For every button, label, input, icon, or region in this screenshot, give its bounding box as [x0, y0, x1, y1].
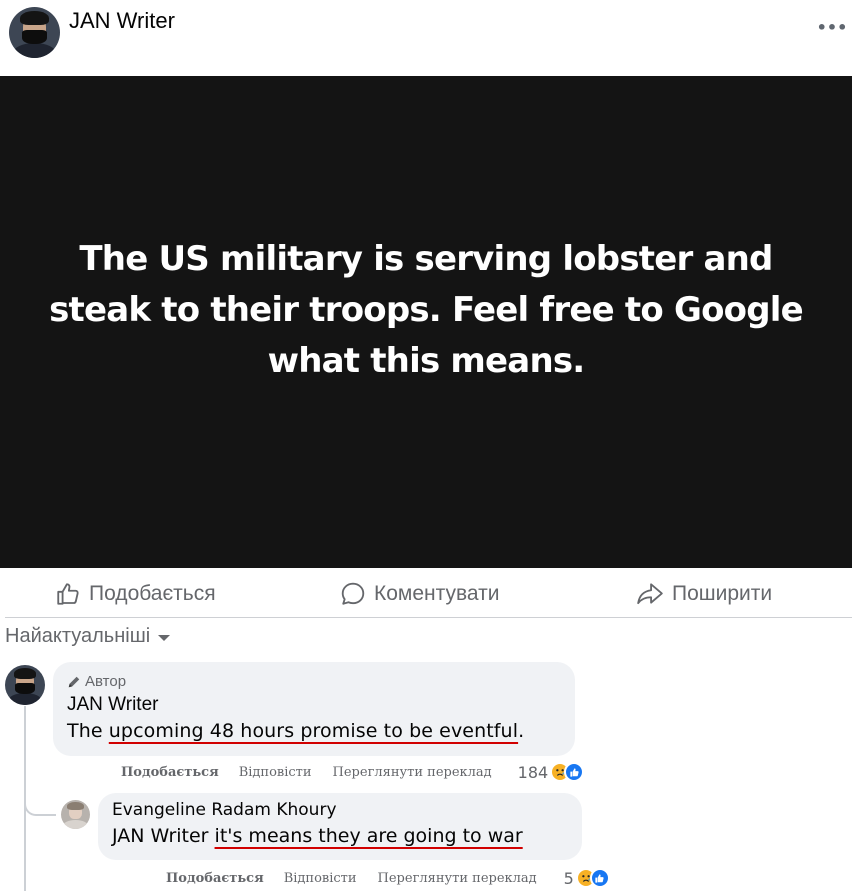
reply-reply-link[interactable]: Відповісти	[284, 871, 357, 886]
post-action-bar: Подобається Коментувати Поширити	[0, 568, 852, 618]
reply-avatar[interactable]	[61, 800, 90, 829]
like-button[interactable]: Подобається	[55, 580, 216, 608]
reaction-count[interactable]: 184	[518, 763, 549, 782]
like-label: Подобається	[89, 582, 216, 605]
comment-button[interactable]: Коментувати	[340, 580, 499, 608]
comment-text-underlined: upcoming 48 hours promise to be eventful	[108, 720, 519, 742]
author-avatar[interactable]	[9, 7, 60, 58]
reply-mention[interactable]: JAN Writer	[112, 825, 209, 847]
comment-like-link[interactable]: Подобається	[121, 765, 219, 780]
action-bar-divider	[5, 617, 852, 618]
post-author-name[interactable]: JAN Writer	[69, 8, 175, 34]
comment-text-start: The	[67, 720, 109, 742]
comment-label: Коментувати	[374, 582, 500, 605]
pencil-icon	[68, 676, 80, 687]
like-reaction-icon	[589, 868, 610, 888]
comment-author-name[interactable]: JAN Writer	[67, 694, 158, 716]
caret-down-icon	[158, 634, 171, 641]
share-label: Поширити	[672, 582, 773, 605]
author-badge: Автор	[67, 673, 126, 690]
share-arrow-icon	[637, 583, 663, 605]
comment-translate-link[interactable]: Переглянути переклад	[333, 765, 492, 780]
more-options-button[interactable]: •••	[815, 16, 849, 40]
comment-avatar[interactable]	[5, 665, 45, 705]
thread-branch	[24, 780, 56, 816]
comment-reply-link[interactable]: Відповісти	[239, 765, 312, 780]
reply-text-underlined: it's means they are going to war	[214, 825, 523, 847]
reply-bubble: Evangeline Radam Khoury JAN Writer it's …	[98, 793, 582, 860]
post-image-text: The US military is serving lobster and s…	[49, 239, 804, 381]
reaction-icons[interactable]	[550, 762, 585, 782]
reply-reaction-icons[interactable]	[575, 868, 610, 888]
author-badge-label: Автор	[85, 673, 127, 690]
reply-meta: Подобається Відповісти Переглянути перек…	[166, 868, 610, 888]
share-button[interactable]: Поширити	[636, 580, 772, 608]
comment-sort-dropdown[interactable]: Найактуальніші	[5, 623, 171, 649]
speech-bubble-icon	[341, 582, 365, 605]
reply-text: JAN Writer it's means they are going to …	[112, 825, 523, 847]
comment-text-end: .	[518, 720, 525, 742]
reply-reaction-count[interactable]: 5	[564, 869, 574, 888]
comment-bubble: Автор JAN Writer The upcoming 48 hours p…	[53, 662, 575, 756]
sort-label: Найактуальніші	[5, 624, 151, 647]
reply-like-link[interactable]: Подобається	[166, 871, 264, 886]
comment-meta: Подобається Відповісти Переглянути перек…	[121, 762, 585, 782]
like-reaction-icon	[564, 762, 585, 782]
post-header: JAN Writer •••	[0, 0, 852, 76]
reply-translate-link[interactable]: Переглянути переклад	[378, 871, 537, 886]
post-image[interactable]: The US military is serving lobster and s…	[0, 76, 852, 568]
thumbs-up-icon	[57, 583, 79, 605]
comment-text: The upcoming 48 hours promise to be even…	[67, 720, 524, 742]
reply-author-name[interactable]: Evangeline Radam Khoury	[112, 800, 337, 820]
